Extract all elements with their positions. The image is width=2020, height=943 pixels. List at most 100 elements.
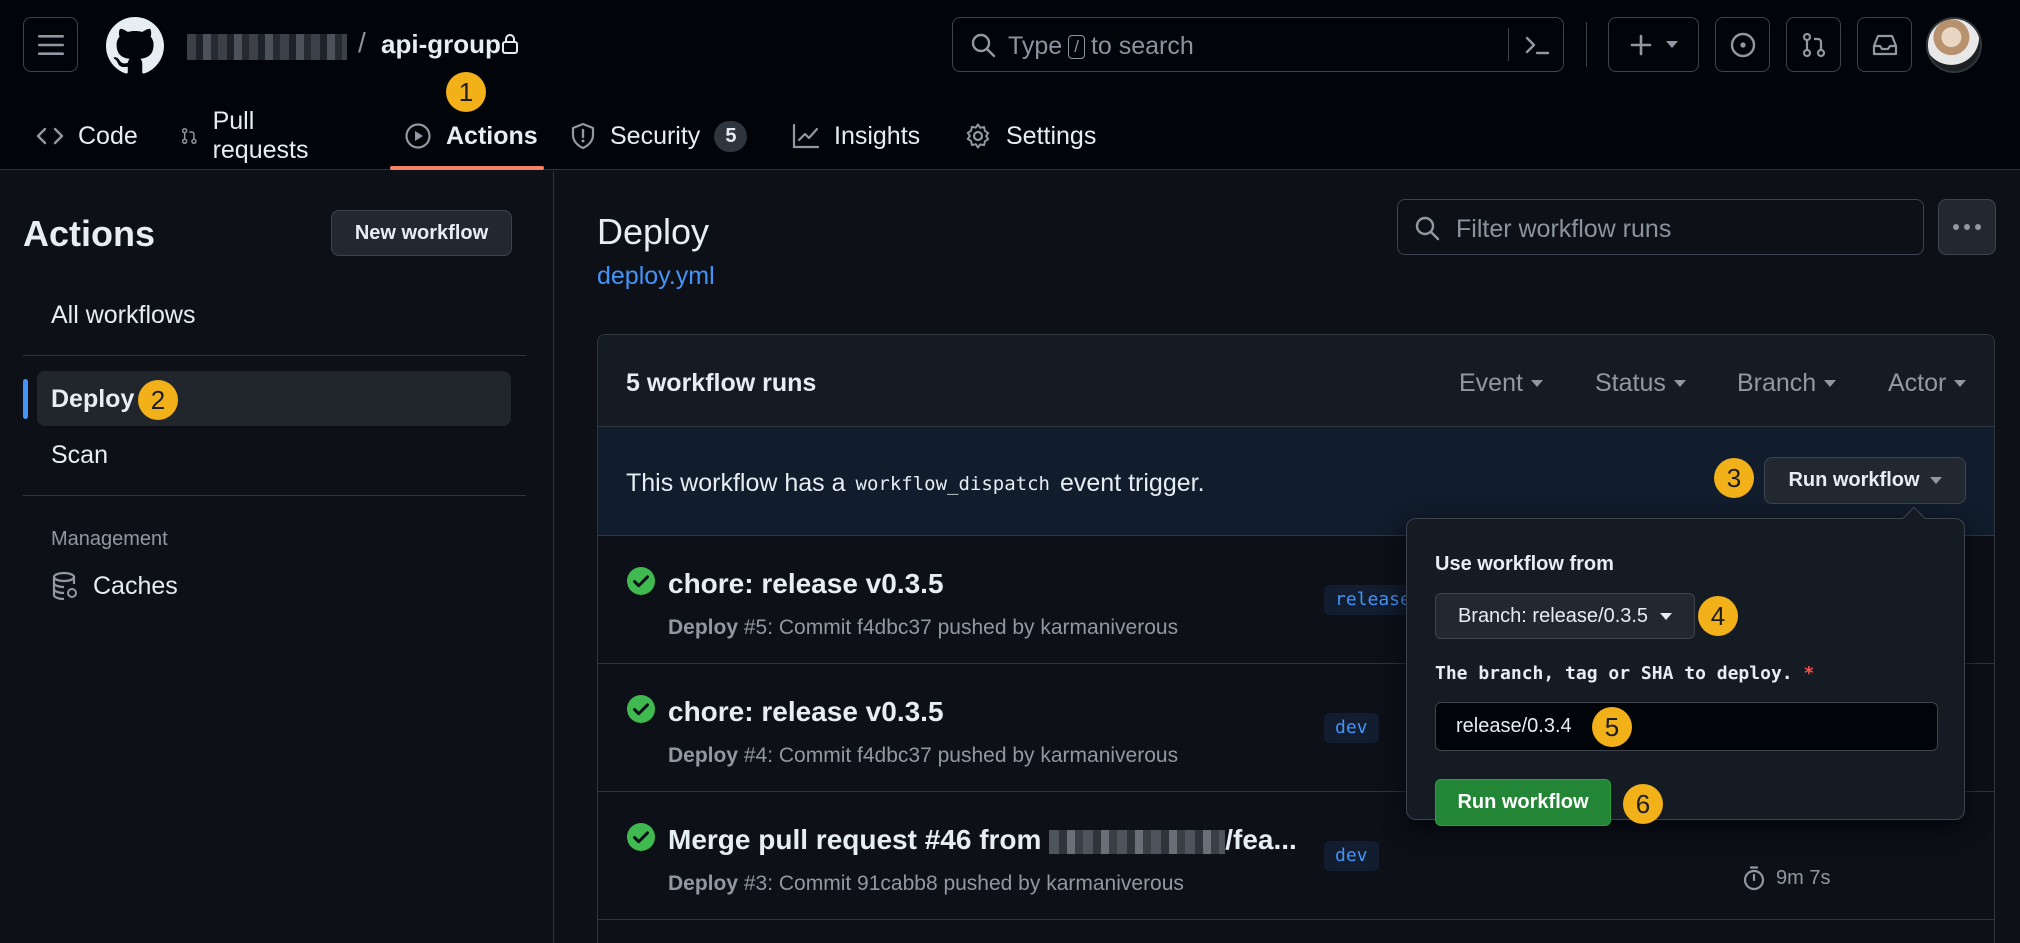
event-filter-dropdown[interactable]: Event — [1459, 369, 1543, 398]
dispatch-event-code: workflow_dispatch — [855, 472, 1050, 495]
sidebar-item-caches[interactable]: Caches — [51, 571, 178, 601]
deploy-ref-input[interactable]: release/0.3.4 — [1435, 702, 1938, 751]
search-icon — [1415, 216, 1440, 241]
sidebar-divider — [23, 495, 526, 496]
chevron-down-icon — [1673, 380, 1686, 387]
annotation-badge: 3 — [1714, 458, 1754, 498]
redacted-username — [1049, 829, 1226, 854]
header-divider — [1586, 22, 1587, 67]
deploy-ref-label: The branch, tag or SHA to deploy. * — [1435, 663, 1815, 684]
git-pull-request-icon — [1802, 32, 1825, 57]
more-options-button[interactable] — [1938, 199, 1996, 255]
sidebar-item-scan[interactable]: Scan — [51, 441, 108, 470]
annotation-badge: 4 — [1698, 596, 1738, 636]
run-workflow-submit-button[interactable]: Run workflow — [1435, 779, 1611, 826]
actions-sidebar: Actions New workflow All workflows Deplo… — [0, 171, 554, 943]
create-new-button[interactable] — [1608, 17, 1699, 72]
git-pull-request-icon — [181, 127, 197, 145]
chevron-down-icon — [1530, 380, 1543, 387]
popover-heading: Use workflow from — [1435, 553, 1614, 575]
plus-icon — [1630, 34, 1651, 55]
global-search-input[interactable]: Type / to search — [952, 17, 1564, 72]
active-tab-indicator — [390, 166, 544, 170]
active-item-indicator — [23, 379, 28, 419]
repo-name-link[interactable]: api-group — [381, 29, 501, 60]
tab-insights[interactable]: Insights — [792, 102, 920, 170]
workflow-run-row[interactable] — [598, 920, 1994, 943]
command-palette-icon[interactable] — [1524, 34, 1550, 56]
tab-settings[interactable]: Settings — [964, 102, 1096, 170]
check-circle-fill-icon — [627, 567, 655, 595]
run-detail: Deploy #4: Commit f4dbc37 pushed by karm… — [668, 744, 1179, 767]
menu-button[interactable] — [23, 17, 78, 72]
annotation-badge: 5 — [1592, 707, 1632, 747]
shield-icon — [571, 122, 595, 150]
tab-security[interactable]: Security 5 — [570, 102, 748, 170]
repo-owner-redacted[interactable] — [187, 34, 347, 60]
new-workflow-button[interactable]: New workflow — [331, 210, 512, 256]
chevron-down-icon — [1824, 380, 1837, 387]
chevron-down-icon — [1660, 612, 1673, 620]
github-logo-icon[interactable] — [106, 17, 164, 75]
dispatch-message: This workflow has a workflow_dispatch ev… — [626, 469, 1205, 497]
graph-icon — [792, 123, 820, 149]
actor-filter-dropdown[interactable]: Actor — [1888, 369, 1967, 398]
chevron-down-icon — [1665, 41, 1678, 48]
database-icon — [52, 571, 77, 601]
user-avatar[interactable] — [1926, 17, 1982, 73]
lock-icon — [501, 33, 519, 55]
sidebar-title: Actions — [23, 213, 156, 254]
run-title[interactable]: chore: release v0.3.5 — [668, 696, 944, 728]
required-marker: * — [1803, 663, 1815, 684]
sidebar-item-deploy-label: Deploy — [51, 385, 135, 413]
sidebar-item-all-workflows[interactable]: All workflows — [51, 301, 195, 330]
runs-count: 5 workflow runs — [626, 369, 817, 397]
tab-code[interactable]: Code — [36, 102, 138, 170]
breadcrumb-separator: / — [358, 27, 366, 58]
runs-header: 5 workflow runs Event Status Branch Acto… — [598, 335, 1994, 427]
tab-pull-requests[interactable]: Pull requests — [180, 102, 316, 170]
gear-icon — [966, 123, 990, 149]
stopwatch-icon — [1743, 866, 1765, 891]
sidebar-divider — [23, 355, 526, 356]
hamburger-icon — [37, 34, 64, 55]
annotation-badge: 1 — [446, 72, 486, 112]
filter-workflow-runs-input[interactable]: Filter workflow runs — [1397, 199, 1924, 255]
check-circle-fill-icon — [627, 695, 655, 723]
run-title[interactable]: Merge pull request #46 from /fea... — [668, 824, 1297, 856]
search-divider — [1508, 28, 1509, 61]
annotation-badge: 6 — [1623, 784, 1663, 824]
chevron-down-icon — [1954, 380, 1967, 387]
run-branch-tag[interactable]: dev — [1324, 713, 1379, 743]
search-placeholder: Type / to search — [1008, 32, 1194, 60]
issues-button[interactable] — [1715, 17, 1770, 72]
run-branch-tag[interactable]: dev — [1324, 841, 1379, 871]
chevron-down-icon — [1929, 477, 1942, 484]
issue-opened-icon — [1730, 32, 1755, 57]
search-icon — [971, 33, 996, 58]
play-icon — [405, 123, 431, 149]
sidebar-section-management: Management — [51, 528, 168, 550]
kebab-horizontal-icon — [1953, 224, 1981, 230]
pull-requests-button[interactable] — [1786, 17, 1841, 72]
filter-placeholder: Filter workflow runs — [1456, 215, 1672, 243]
workflow-title: Deploy — [597, 211, 710, 252]
run-detail: Deploy #3: Commit 91cabb8 pushed by karm… — [668, 872, 1184, 895]
check-circle-fill-icon — [627, 823, 655, 851]
inbox-icon — [1872, 34, 1897, 55]
branch-select-button[interactable]: Branch: release/0.3.5 — [1435, 593, 1695, 639]
security-count-badge: 5 — [714, 120, 748, 152]
workflow-file-link[interactable]: deploy.yml — [597, 262, 715, 291]
annotation-badge: 2 — [138, 380, 178, 420]
run-workflow-popover: Use workflow from Branch: release/0.3.5 … — [1406, 518, 1965, 826]
run-detail: Deploy #5: Commit f4dbc37 pushed by karm… — [668, 616, 1179, 639]
run-workflow-dropdown-button[interactable]: Run workflow — [1764, 457, 1966, 504]
code-icon — [36, 127, 64, 145]
run-title[interactable]: chore: release v0.3.5 — [668, 568, 944, 600]
branch-filter-dropdown[interactable]: Branch — [1737, 369, 1837, 398]
status-filter-dropdown[interactable]: Status — [1595, 369, 1686, 398]
run-duration: 9m 7s — [1742, 865, 1830, 891]
search-shortcut-key: / — [1068, 34, 1085, 59]
tab-actions[interactable]: Actions — [404, 102, 538, 170]
inbox-button[interactable] — [1857, 17, 1912, 72]
